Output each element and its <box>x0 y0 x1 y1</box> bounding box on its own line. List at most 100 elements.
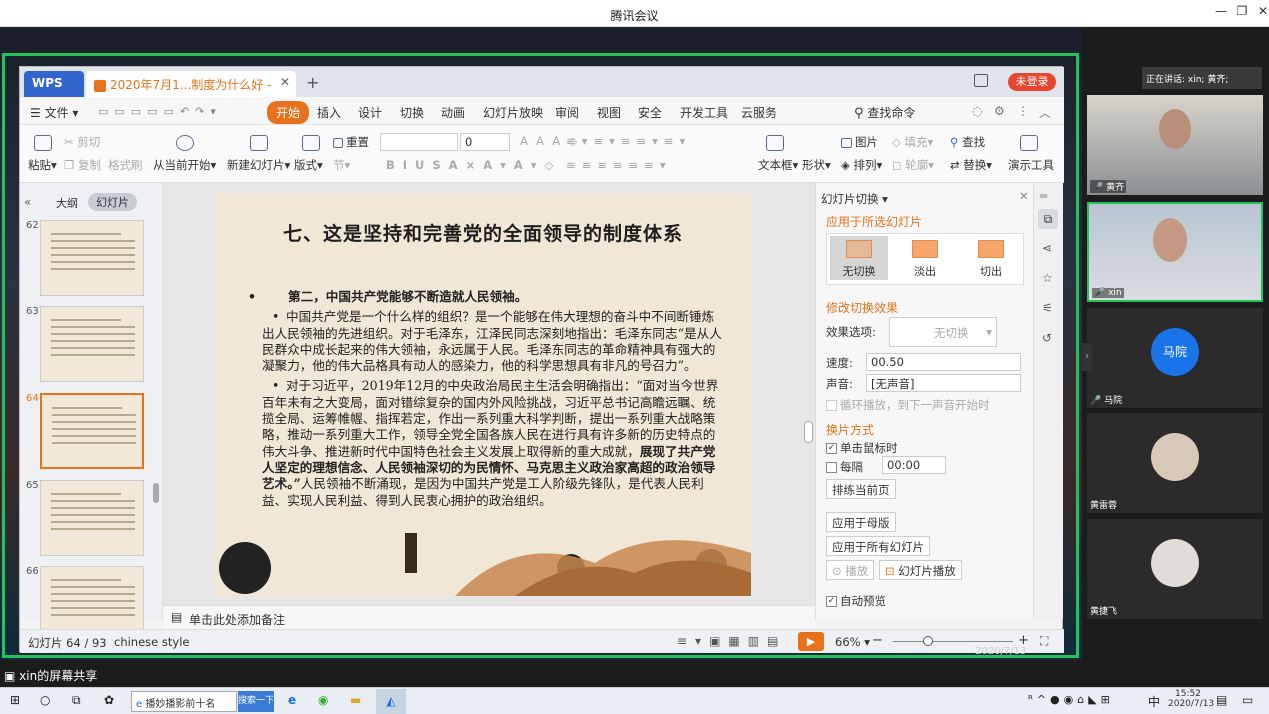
quick-access-icons[interactable]: ▭▭▭▭▭↶↷▾ <box>98 105 222 118</box>
arrange-button[interactable]: ◈ 排列▾ <box>841 157 882 173</box>
every-time-field[interactable]: 00:00 <box>882 456 946 474</box>
search-command[interactable]: ⚲ 查找命令 <box>854 104 915 121</box>
meeting-app-icon[interactable]: ◭ <box>376 689 406 714</box>
menu-cloud[interactable]: 云服务 <box>741 104 777 121</box>
more-icon[interactable]: ⋮ <box>1017 104 1029 118</box>
new-slide-button[interactable]: 新建幻灯片▾ <box>227 157 290 173</box>
section-button[interactable]: 节▾ <box>333 157 350 173</box>
menu-home[interactable]: 开始 <box>267 101 310 124</box>
tab-outline[interactable]: 大纲 <box>56 195 78 211</box>
ime-indicator[interactable]: 中 <box>1148 693 1160 710</box>
zoom-slider-handle[interactable] <box>923 636 933 646</box>
participant-video[interactable]: 🎤 黄齐 <box>1087 95 1263 195</box>
menu-insert[interactable]: 插入 <box>317 104 341 121</box>
history-icon[interactable]: ↺ <box>1042 331 1052 345</box>
speed-field[interactable]: 00.50 <box>866 353 1021 371</box>
collapse-ribbon-icon[interactable]: ︿ <box>1039 104 1051 121</box>
start-icon[interactable]: ⊞ <box>10 693 20 707</box>
apply-all-button[interactable]: 应用于所有幻灯片 <box>826 536 930 556</box>
menu-transition[interactable]: 切换 <box>400 104 424 121</box>
effect-options-select[interactable]: 无切换 ▾ <box>889 317 997 347</box>
slide-thumbnail[interactable] <box>40 220 144 296</box>
settings-icon[interactable]: ⚟ <box>1042 301 1053 315</box>
transition-option[interactable]: 切出 <box>962 236 1020 280</box>
restore-icon[interactable]: ❐ <box>1232 4 1252 22</box>
slide-thumbnail[interactable] <box>40 480 144 556</box>
zoom-slider[interactable] <box>893 641 1013 642</box>
from-current-button[interactable]: 从当前开始▾ <box>153 157 216 173</box>
menu-view[interactable]: 视图 <box>597 104 621 121</box>
chat-icon[interactable]: ◌ <box>972 104 982 118</box>
textbox-button[interactable]: 文本框▾ <box>758 157 798 173</box>
paste-button[interactable]: 粘贴▾ <box>28 157 57 173</box>
tab-slides[interactable]: 幻灯片 <box>88 193 137 211</box>
format-painter-button[interactable]: 格式刷 <box>108 157 143 173</box>
play-button[interactable]: ⊙ 播放 <box>826 560 875 580</box>
notes-bar[interactable]: ▤ 单击此处添加备注 <box>163 605 815 629</box>
menu-review[interactable]: 审阅 <box>555 104 579 121</box>
menu-file[interactable]: ☰ 文件 ▾ <box>30 104 78 121</box>
menu-animation[interactable]: 动画 <box>441 104 465 121</box>
participant-video[interactable]: 🎤 xin <box>1087 202 1263 302</box>
menu-security[interactable]: 安全 <box>638 104 662 121</box>
slide-thumbnail[interactable] <box>40 393 144 469</box>
picture-button[interactable]: 图片 <box>841 134 878 150</box>
play-slideshow-icon[interactable]: ▶ <box>798 632 824 651</box>
tab-document[interactable]: 2020年7月1...制度为什么好 - ✕ <box>86 71 296 97</box>
transition-option[interactable]: 无切换 <box>830 236 888 280</box>
menu-design[interactable]: 设计 <box>358 104 382 121</box>
clock[interactable]: 15:52 2020/7/13 <box>1168 689 1214 709</box>
reset-button[interactable]: 重置 <box>333 134 369 150</box>
cut-button[interactable]: ✂ 剪切 <box>64 134 100 150</box>
replace-button[interactable]: ⇄ 替换▾ <box>950 157 992 173</box>
collapse-panel-icon[interactable]: « <box>24 195 31 209</box>
fill-button[interactable]: ◇ 填充▾ <box>892 134 933 150</box>
menu-slideshow[interactable]: 幻灯片放映 <box>483 104 543 121</box>
collapse-participants-icon[interactable]: › <box>1082 343 1092 371</box>
gear-icon[interactable]: ⚙ <box>994 104 1005 118</box>
find-button[interactable]: ⚲ 查找 <box>950 134 985 150</box>
on-click-checkbox[interactable]: ✓ 单击鼠标时 <box>826 440 898 456</box>
notification-icon[interactable]: ▭ <box>1242 693 1253 707</box>
wps-home-tab[interactable]: WPS <box>24 71 84 97</box>
animation-icon[interactable]: ☆ <box>1042 271 1053 285</box>
paragraph-icons-row1[interactable]: ≡▾≡▾≡≡▾≡▾ <box>566 134 691 148</box>
view-mode-icons[interactable]: ≡▾▣▦▥▤ <box>677 634 786 648</box>
transition-option[interactable]: 淡出 <box>896 236 954 280</box>
apply-master-button[interactable]: 应用于母版 <box>826 512 896 532</box>
task-view-icon[interactable]: ⧉ <box>72 693 81 708</box>
edge-icon[interactable]: e <box>288 693 296 707</box>
minimize-icon[interactable]: — <box>1211 4 1231 22</box>
rehearse-button[interactable]: 排练当前页 <box>826 479 896 499</box>
sound-select[interactable]: [无声音] <box>866 374 1021 392</box>
notes-tray-icon[interactable]: ▤ <box>1216 693 1227 707</box>
outline-button[interactable]: ◻ 轮廓▾ <box>892 157 934 173</box>
every-checkbox[interactable]: 每隔 <box>826 459 863 475</box>
participant-tile[interactable]: 马院 🎤 马院 <box>1087 308 1263 408</box>
new-tab-icon[interactable]: + <box>302 71 326 97</box>
more-icon[interactable]: ═ <box>1040 189 1047 203</box>
folder-icon[interactable]: ▬ <box>350 693 361 707</box>
pane-close-icon[interactable]: ✕ <box>1019 189 1029 203</box>
share-icon[interactable]: ⋖ <box>1042 241 1052 255</box>
slide-canvas[interactable]: 七、这是坚持和完善党的全面领导的制度体系 第二，中国共产党能够不断造就人民领袖。… <box>215 193 751 596</box>
search-button[interactable]: 搜索一下 <box>238 691 274 712</box>
tab-close-icon[interactable]: ✕ <box>280 75 290 89</box>
slide-thumbnail[interactable] <box>40 306 144 382</box>
auto-preview-checkbox[interactable]: ✓ 自动预览 <box>826 593 886 609</box>
window-mode-icon[interactable] <box>974 74 988 87</box>
slideshow-button[interactable]: ⊡ 幻灯片播放 <box>879 560 962 580</box>
layout-button[interactable]: 版式▾ <box>294 157 323 173</box>
close-icon[interactable]: ✕ <box>1253 4 1269 22</box>
font-size-field[interactable]: 0 <box>460 133 510 151</box>
menu-developer[interactable]: 开发工具 <box>680 104 728 121</box>
present-tool-button[interactable]: 演示工具 <box>1008 157 1054 173</box>
loop-checkbox[interactable]: 循环播放，到下一声音开始时 <box>826 397 990 413</box>
shape-button[interactable]: 形状▾ <box>802 157 831 173</box>
login-button[interactable]: 未登录 <box>1008 73 1056 91</box>
transition-pane-icon[interactable]: ⧉ <box>1038 209 1058 229</box>
search-input[interactable]: e 播妙播影前十名 <box>131 691 237 712</box>
font-name-field[interactable] <box>380 133 458 151</box>
font-style-icons[interactable]: BIUSA×A▾A▾◇ <box>386 158 561 172</box>
zoom-out-icon[interactable]: − <box>872 633 883 648</box>
